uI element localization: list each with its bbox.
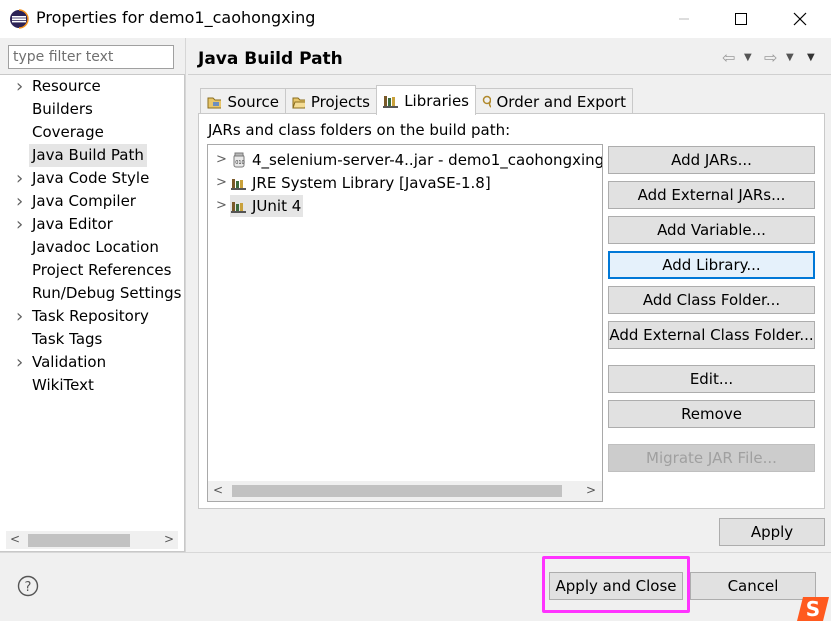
minimize-icon[interactable]: [656, 0, 712, 38]
sidebar-item-label: Task Repository: [32, 307, 149, 325]
expand-arrow-icon[interactable]: >: [216, 172, 227, 194]
projects-folder-icon: [292, 97, 305, 108]
tab-projects[interactable]: Projects: [285, 88, 377, 114]
add-external-jars-button[interactable]: Add External JARs...: [608, 181, 815, 209]
back-icon[interactable]: ⇦: [722, 46, 735, 68]
scroll-right-icon[interactable]: >: [586, 483, 596, 497]
properties-tree: › Resource Builders Coverage Java Build Path…: [0, 74, 185, 552]
footer-divider: [0, 552, 831, 553]
apply-and-close-button[interactable]: Apply and Close: [549, 572, 683, 600]
tab-libraries[interactable]: Libraries: [376, 85, 476, 115]
filter-input[interactable]: [8, 45, 174, 69]
tab-label: Source: [227, 92, 279, 111]
library-label: JRE System Library [JavaSE-1.8]: [252, 174, 491, 192]
add-variable-button[interactable]: Add Variable...: [608, 216, 815, 244]
sidebar-item-label: Java Build Path: [29, 144, 147, 167]
expand-arrow-icon[interactable]: ›: [16, 167, 26, 190]
remove-button[interactable]: Remove: [608, 400, 815, 428]
eclipse-app-icon: [10, 9, 29, 29]
apply-button[interactable]: Apply: [719, 518, 825, 546]
sidebar-item-label: Coverage: [32, 123, 104, 141]
title-bar: Properties for demo1_caohongxing: [0, 0, 831, 38]
scrollbar-thumb[interactable]: [232, 485, 562, 497]
sidebar-item-label: Builders: [32, 100, 93, 118]
scrollbar-thumb[interactable]: [28, 534, 130, 547]
sidebar-item-label: Java Editor: [32, 215, 113, 233]
header-divider: [188, 74, 831, 75]
tree-horizontal-scrollbar[interactable]: < >: [6, 531, 178, 549]
add-jars-button[interactable]: Add JARs...: [608, 146, 815, 174]
expand-arrow-icon[interactable]: ›: [16, 190, 26, 213]
sidebar-item-label: Javadoc Location: [32, 238, 159, 256]
scroll-right-icon[interactable]: >: [164, 532, 174, 546]
back-menu-chevron-icon[interactable]: ▼: [744, 46, 752, 68]
svg-text:010: 010: [235, 160, 245, 166]
tab-label: Order and Export: [496, 92, 627, 111]
library-icon: [231, 202, 246, 213]
libraries-icon: [383, 95, 398, 108]
tab-source[interactable]: Source: [200, 88, 286, 114]
tab-order-and-export[interactable]: Order and Export: [475, 88, 633, 114]
expand-arrow-icon[interactable]: >: [216, 149, 227, 171]
order-export-icon: [482, 95, 491, 107]
add-external-class-folder-button[interactable]: Add External Class Folder...: [608, 321, 815, 349]
view-menu-icon[interactable]: ▼: [807, 46, 815, 68]
edit-button[interactable]: Edit...: [608, 365, 815, 393]
sidebar-item-label: Java Code Style: [32, 169, 150, 187]
library-icon: [231, 179, 246, 190]
sidebar-item-label: Project References: [32, 261, 172, 279]
forward-icon[interactable]: ⇨: [764, 46, 777, 68]
migrate-jar-button: Migrate JAR File...: [608, 444, 815, 472]
expand-arrow-icon[interactable]: ›: [16, 351, 26, 374]
window-title: Properties for demo1_caohongxing: [36, 8, 316, 27]
sidebar-item-label: Task Tags: [32, 330, 103, 348]
expand-arrow-icon[interactable]: >: [216, 195, 227, 217]
expand-arrow-icon[interactable]: ›: [16, 305, 26, 328]
sidebar-item-label: Run/Debug Settings: [32, 284, 182, 302]
scroll-left-icon[interactable]: <: [10, 532, 20, 546]
maximize-icon[interactable]: [713, 0, 769, 38]
add-library-button[interactable]: Add Library...: [608, 251, 815, 279]
add-class-folder-button[interactable]: Add Class Folder...: [608, 286, 815, 314]
source-folder-icon: [207, 97, 222, 108]
sidebar-item-label: Java Compiler: [32, 192, 136, 210]
pane-divider[interactable]: [185, 38, 186, 552]
tab-label: Projects: [310, 92, 370, 111]
build-path-list[interactable]: > 010 4_selenium-server-4..jar - demo1_c…: [207, 144, 603, 502]
close-icon[interactable]: [772, 0, 828, 38]
jar-icon: 010: [233, 152, 245, 168]
svg-text:?: ?: [25, 580, 32, 595]
sogou-logo-icon: S: [797, 597, 829, 621]
expand-arrow-icon[interactable]: ›: [16, 213, 26, 236]
tab-label: Libraries: [404, 91, 469, 110]
scroll-left-icon[interactable]: <: [213, 483, 223, 497]
expand-arrow-icon[interactable]: ›: [16, 75, 26, 98]
page-title: Java Build Path: [198, 49, 343, 69]
library-label: 4_selenium-server-4..jar - demo1_caohong…: [252, 151, 603, 169]
list-horizontal-scrollbar[interactable]: < >: [208, 481, 602, 501]
svg-text:S: S: [806, 597, 820, 621]
sidebar-item-label: Resource: [32, 77, 101, 95]
build-path-label: JARs and class folders on the build path…: [208, 121, 511, 139]
forward-menu-chevron-icon[interactable]: ▼: [786, 46, 794, 68]
help-icon[interactable]: ?: [17, 575, 39, 597]
sidebar-item-label: Validation: [32, 353, 107, 371]
sidebar-item-label: WikiText: [32, 376, 94, 394]
